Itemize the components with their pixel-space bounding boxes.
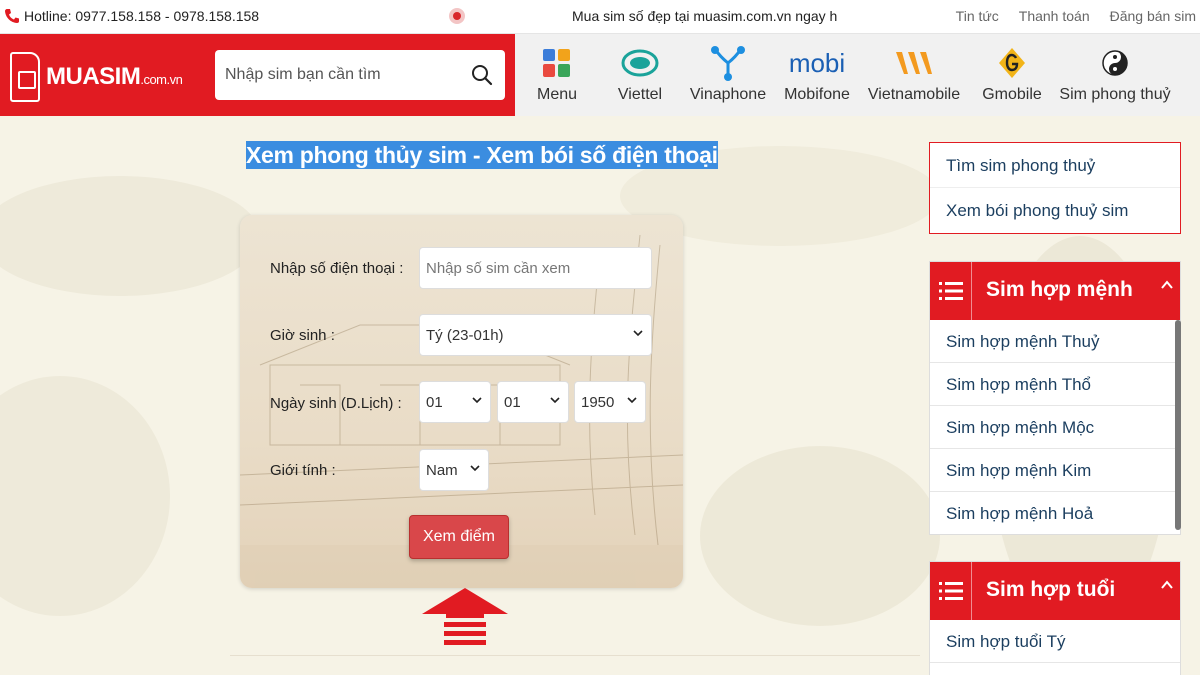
- sidebar-item-tuoi-ty[interactable]: Sim hợp tuổi Tý: [930, 620, 1180, 663]
- list-icon: [930, 562, 972, 620]
- link-xem-boi-phong-thuy-sim[interactable]: Xem bói phong thuỷ sim: [930, 188, 1180, 233]
- vietnamobile-logo-icon: [894, 44, 934, 82]
- sim-card-icon: [10, 52, 40, 102]
- submit-button[interactable]: Xem điểm: [409, 515, 509, 559]
- mobifone-logo-icon: mobi: [789, 44, 845, 82]
- page-title: Xem phong thủy sim - Xem bói số điện tho…: [246, 141, 718, 169]
- gender-select[interactable]: Nam: [419, 449, 489, 491]
- birth-year-select[interactable]: 1950: [574, 381, 646, 423]
- nav-menu[interactable]: Menu: [515, 34, 599, 116]
- birth-day-value: 01: [426, 393, 443, 411]
- nav-mobifone[interactable]: mobi Mobifone: [775, 34, 859, 116]
- live-dot-icon: [449, 8, 465, 24]
- search-box: [215, 50, 505, 100]
- birth-hour-value: Tý (23-01h): [426, 326, 504, 344]
- vinaphone-logo-icon: [709, 44, 747, 82]
- carrier-nav: Menu Viettel Vinaphone mobi Mobifone Vie…: [515, 34, 1175, 116]
- sidebar-quick-links: Tìm sim phong thuỷ Xem bói phong thuỷ si…: [929, 142, 1181, 234]
- arrow-up-icon: [422, 588, 508, 645]
- chevron-down-icon: [633, 330, 643, 337]
- nav-vietnamobile[interactable]: Vietnamobile: [859, 34, 969, 116]
- chevron-down-icon: [550, 397, 560, 404]
- menu-grid-icon: [541, 44, 573, 82]
- panel-sim-hop-tuoi: Sim hợp tuổi Sim hợp tuổi Tý: [929, 561, 1181, 675]
- birth-date-label: Ngày sinh (D.Lịch) :: [270, 395, 402, 412]
- gender-label: Giới tính :: [270, 462, 336, 479]
- top-bar: Hotline: 0977.158.158 - 0978.158.158 Mua…: [0, 0, 1200, 34]
- nav-gmobile[interactable]: Gmobile: [969, 34, 1055, 116]
- chevron-down-icon: [470, 465, 480, 472]
- top-links: Tin tức Thanh toán Đăng bán sim: [956, 8, 1196, 24]
- gender-value: Nam: [426, 461, 458, 479]
- yin-yang-icon: [1101, 44, 1129, 82]
- nav-viettel[interactable]: Viettel: [599, 34, 681, 116]
- panel-menh-title: Sim hợp mệnh: [986, 278, 1133, 301]
- hotline-text: Hotline: 0977.158.158 - 0978.158.158: [24, 8, 260, 24]
- nav-vietnamobile-label: Vietnamobile: [867, 86, 961, 103]
- link-tin-tuc[interactable]: Tin tức: [956, 8, 999, 24]
- marquee-text: Mua sim số đẹp tại muasim.com.vn ngay h: [572, 8, 838, 24]
- sidebar-scrollbar[interactable]: [1175, 320, 1181, 530]
- birth-hour-select[interactable]: Tý (23-01h): [419, 314, 652, 356]
- gmobile-logo-icon: [997, 44, 1027, 82]
- sidebar-item-menh-tho[interactable]: Sim hợp mệnh Thổ: [930, 363, 1180, 406]
- viettel-logo-icon: [621, 44, 659, 82]
- logo-main: MUASIM: [46, 63, 141, 90]
- panel-menh-header[interactable]: Sim hợp mệnh: [930, 262, 1180, 320]
- logo-text: MUASIM.com.vn: [46, 63, 183, 91]
- panel-sim-hop-menh: Sim hợp mệnh Sim hợp mệnh Thuỷ Sim hợp m…: [929, 261, 1181, 535]
- sidebar-item-menh-kim[interactable]: Sim hợp mệnh Kim: [930, 449, 1180, 492]
- search-icon[interactable]: [471, 64, 493, 86]
- nav-sim-phong-thuy-label: Sim phong thuỷ: [1059, 86, 1171, 103]
- nav-mobifone-label: Mobifone: [784, 86, 850, 103]
- mobifone-logo-text: mobi: [788, 47, 846, 78]
- birth-month-select[interactable]: 01: [497, 381, 569, 423]
- chevron-down-icon: [627, 397, 637, 404]
- chevron-up-icon[interactable]: [1160, 278, 1174, 292]
- nav-sim-phong-thuy[interactable]: Sim phong thuỷ: [1055, 34, 1175, 116]
- link-dang-ban-sim[interactable]: Đăng bán sim: [1110, 8, 1196, 24]
- nav-gmobile-label: Gmobile: [982, 86, 1042, 103]
- search-input[interactable]: [215, 50, 455, 100]
- logo-sub: .com.vn: [140, 72, 183, 87]
- brand-area: MUASIM.com.vn: [0, 34, 515, 116]
- nav-vinaphone-label: Vinaphone: [689, 86, 767, 103]
- birth-year-value: 1950: [581, 393, 615, 411]
- content-divider: [230, 655, 920, 656]
- sidebar-item-menh-thuy[interactable]: Sim hợp mệnh Thuỷ: [930, 320, 1180, 363]
- sidebar-item-menh-hoa[interactable]: Sim hợp mệnh Hoả: [930, 492, 1180, 535]
- feng-shui-form: Nhập số điện thoại : Nhập số sim cần xem…: [240, 215, 683, 588]
- phone-input[interactable]: Nhập số sim cần xem: [419, 247, 652, 289]
- nav-vinaphone[interactable]: Vinaphone: [681, 34, 775, 116]
- chevron-up-icon[interactable]: [1160, 578, 1174, 592]
- birth-day-select[interactable]: 01: [419, 381, 491, 423]
- birth-hour-label: Giờ sinh :: [270, 327, 335, 344]
- list-icon: [930, 262, 972, 320]
- nav-viettel-label: Viettel: [617, 86, 663, 103]
- nav-menu-label: Menu: [536, 86, 578, 103]
- panel-tuoi-title: Sim hợp tuổi: [986, 578, 1116, 601]
- panel-tuoi-header[interactable]: Sim hợp tuổi: [930, 562, 1180, 620]
- phone-icon: [5, 9, 19, 23]
- link-thanh-toan[interactable]: Thanh toán: [1019, 8, 1090, 24]
- header: MUASIM.com.vn Menu: [0, 34, 1200, 116]
- sidebar-item-menh-moc[interactable]: Sim hợp mệnh Mộc: [930, 406, 1180, 449]
- site-logo[interactable]: MUASIM.com.vn: [10, 52, 183, 102]
- chevron-down-icon: [472, 397, 482, 404]
- link-tim-sim-phong-thuy[interactable]: Tìm sim phong thuỷ: [930, 143, 1180, 188]
- birth-month-value: 01: [504, 393, 521, 411]
- phone-label: Nhập số điện thoại :: [270, 260, 404, 277]
- hotline[interactable]: Hotline: 0977.158.158 - 0978.158.158: [4, 8, 259, 24]
